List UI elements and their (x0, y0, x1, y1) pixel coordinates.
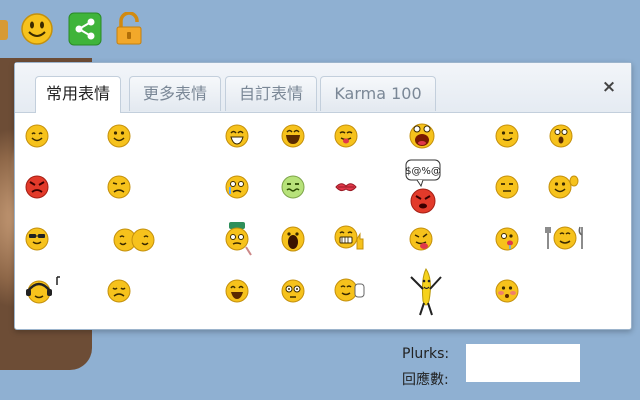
blush-icon[interactable] (494, 278, 520, 304)
wink-icon[interactable] (494, 123, 520, 149)
grin-icon[interactable] (224, 123, 250, 149)
svg-text:$@%@: $@%@ (405, 166, 441, 177)
laugh-icon[interactable] (280, 123, 306, 149)
tab-karma[interactable]: Karma 100 (320, 76, 436, 111)
banana-dance-icon[interactable] (407, 265, 445, 317)
tab-bar: 常用表情 更多表情 自訂表情 Karma 100 × (15, 63, 631, 113)
plurks-value-box (466, 344, 580, 382)
confused-icon[interactable] (280, 278, 306, 304)
smile-icon[interactable] (106, 123, 132, 149)
happy-icon[interactable] (224, 278, 250, 304)
cool-icon[interactable] (24, 226, 50, 252)
wave-icon[interactable] (547, 172, 579, 200)
surprised-icon[interactable] (548, 123, 574, 149)
tab-common[interactable]: 常用表情 (35, 76, 121, 113)
angry-icon[interactable] (24, 174, 50, 200)
emoticon-button[interactable] (20, 12, 54, 46)
scream-icon[interactable] (280, 225, 306, 253)
thinking-icon[interactable] (222, 221, 254, 257)
annoyed-icon[interactable] (494, 174, 520, 200)
music-icon[interactable] (24, 275, 62, 305)
hug-icon[interactable] (111, 226, 157, 254)
thumbs-up-icon[interactable] (333, 223, 365, 251)
sick-icon[interactable] (280, 174, 306, 200)
kiss-icon[interactable] (333, 174, 359, 200)
lock-icon[interactable] (112, 12, 146, 46)
tab-custom[interactable]: 自訂表情 (225, 76, 317, 111)
stop-hand-icon[interactable] (333, 276, 365, 304)
emoticon-popup: 常用表情 更多表情 自訂表情 Karma 100 × $@%@ (14, 62, 632, 330)
swearing-icon[interactable]: $@%@ (405, 159, 441, 215)
crying-icon[interactable] (224, 174, 250, 200)
content-smile-icon[interactable] (24, 123, 50, 149)
sad-icon[interactable] (106, 174, 132, 200)
eating-icon[interactable] (545, 223, 585, 251)
share-icon[interactable] (68, 12, 102, 46)
close-icon[interactable]: × (601, 79, 617, 96)
big-laugh-icon[interactable] (407, 119, 437, 151)
image-icon[interactable] (0, 20, 8, 40)
responses-label: 回應數: (402, 372, 449, 388)
drool-icon[interactable] (494, 226, 520, 252)
plurks-label: Plurks: (402, 346, 450, 362)
tab-more[interactable]: 更多表情 (129, 76, 221, 111)
tongue-out-icon[interactable] (407, 225, 435, 253)
unhappy-icon[interactable] (106, 278, 132, 304)
tongue-icon[interactable] (333, 123, 359, 149)
